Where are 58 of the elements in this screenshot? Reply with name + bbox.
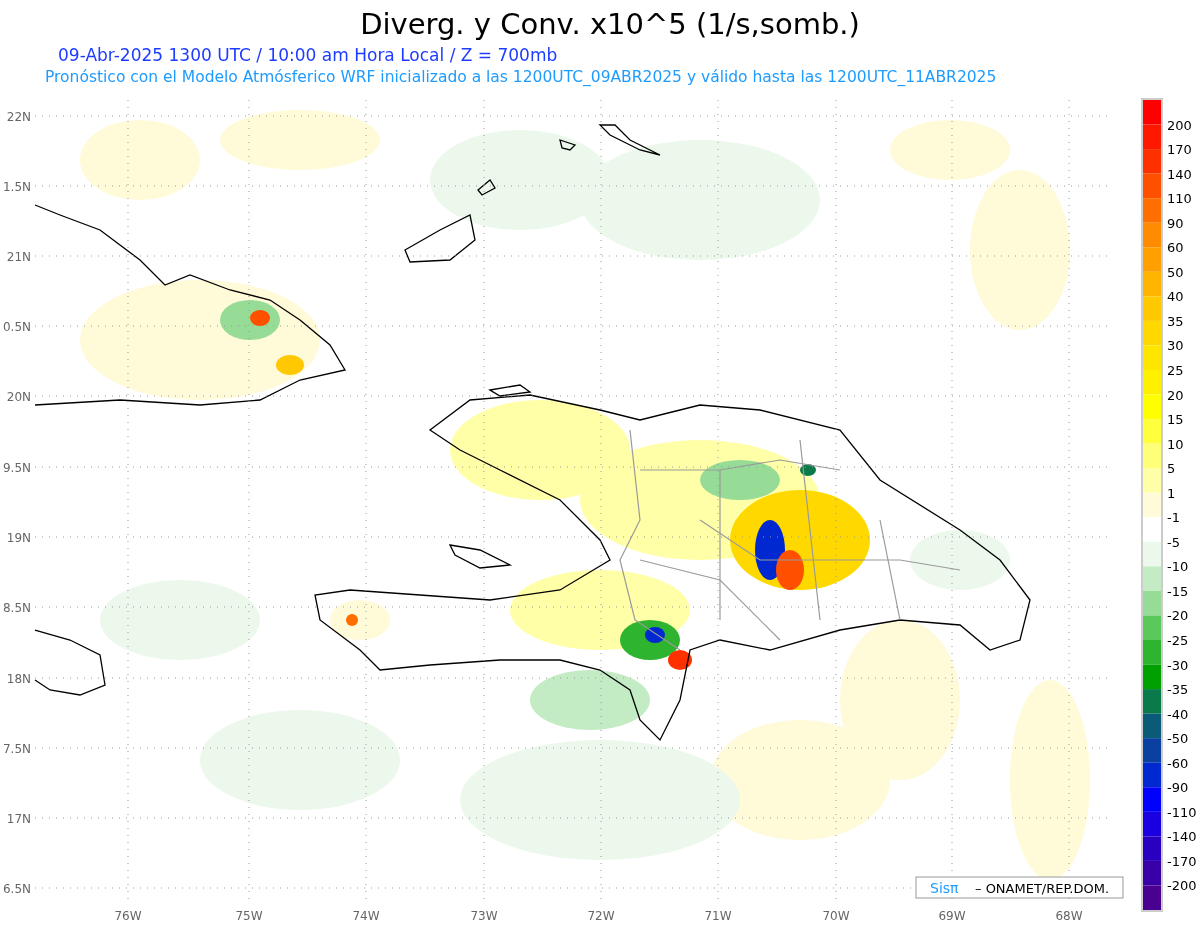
longitude-label: 73W [470, 909, 498, 923]
colorbar-label: 60 [1167, 240, 1184, 256]
latitude-label: 18N [6, 672, 31, 686]
chart-subtitle: Pronóstico con el Modelo Atmósferico WRF inicializado a las 1200UTC_09ABR2025 y válido hasta las 1200UTC_11ABR2025 [45, 68, 997, 86]
longitude-label: 70W [822, 909, 850, 923]
colorbar-label: -10 [1167, 559, 1189, 575]
colorbar-label: -5 [1167, 534, 1180, 550]
colorbar-label: 170 [1167, 142, 1192, 158]
colorbar-label: 5 [1167, 461, 1176, 477]
longitude-label: 69W [938, 909, 966, 923]
colorbar-label: 35 [1167, 313, 1184, 329]
colorbar-label: -170 [1167, 853, 1197, 869]
longitude-label: 74W [352, 909, 380, 923]
latitude-label: 9.5N [2, 461, 31, 475]
colorbar-label: -1 [1167, 510, 1180, 526]
colorbar-label: 10 [1167, 436, 1184, 452]
latitude-label: 21N [6, 250, 31, 264]
colorbar-label: 25 [1167, 363, 1184, 378]
colorbar-label: 90 [1167, 215, 1184, 231]
colorbar-label: -20 [1167, 608, 1189, 624]
longitude-label: 75W [235, 909, 263, 923]
colorbar-label: -200 [1167, 878, 1197, 894]
longitude-label: 71W [704, 909, 732, 923]
logo-text: Sisπ [930, 880, 959, 896]
latitude-label: 6.5N [2, 882, 31, 896]
colorbar-label: 20 [1167, 387, 1184, 403]
colorbar-label: -140 [1167, 829, 1197, 845]
colorbar-label: -90 [1167, 780, 1189, 796]
latitude-label: 22N [6, 110, 31, 124]
latitude-label: 8.5N [2, 601, 31, 615]
colorbar-label: -30 [1167, 657, 1189, 673]
latitude-label: 20N [6, 390, 31, 404]
latitude-label: 7.5N [2, 742, 31, 756]
colorbar-label: -110 [1167, 804, 1197, 820]
longitude-label: 76W [114, 909, 142, 923]
chart-subtitle: 09-Abr-2025 1300 UTC / 10:00 am Hora Local / Z = 700mb [58, 45, 558, 65]
colorbar-label: 50 [1167, 264, 1184, 280]
latitude-label: 19N [6, 531, 31, 545]
colorbar-label: -60 [1167, 755, 1189, 771]
longitude-label: 68W [1055, 909, 1083, 923]
colorbar-label: -40 [1167, 706, 1189, 722]
colorbar-label: 40 [1167, 289, 1184, 305]
credit-text: – ONAMET/REP.DOM. [975, 881, 1110, 896]
latitude-label: 17N [6, 812, 31, 826]
chart-title: Diverg. y Conv. x10^5 (1/s,somb.) [360, 7, 860, 41]
colorbar-label: 110 [1167, 191, 1192, 207]
colorbar-label: 1 [1167, 485, 1176, 501]
latitude-label: 0.5N [2, 320, 31, 334]
colorbar-label: -50 [1167, 731, 1189, 747]
longitude-label: 72W [587, 909, 615, 923]
colorbar-label: 200 [1167, 117, 1192, 133]
latitude-label: 1.5N [2, 180, 31, 194]
colorbar-label: -15 [1167, 583, 1189, 599]
colorbar-label: 140 [1167, 166, 1192, 182]
colorbar-label: -25 [1167, 633, 1189, 648]
colorbar-label: 30 [1167, 338, 1184, 354]
colorbar-label: -35 [1167, 682, 1189, 698]
colorbar-label: 15 [1167, 412, 1184, 428]
